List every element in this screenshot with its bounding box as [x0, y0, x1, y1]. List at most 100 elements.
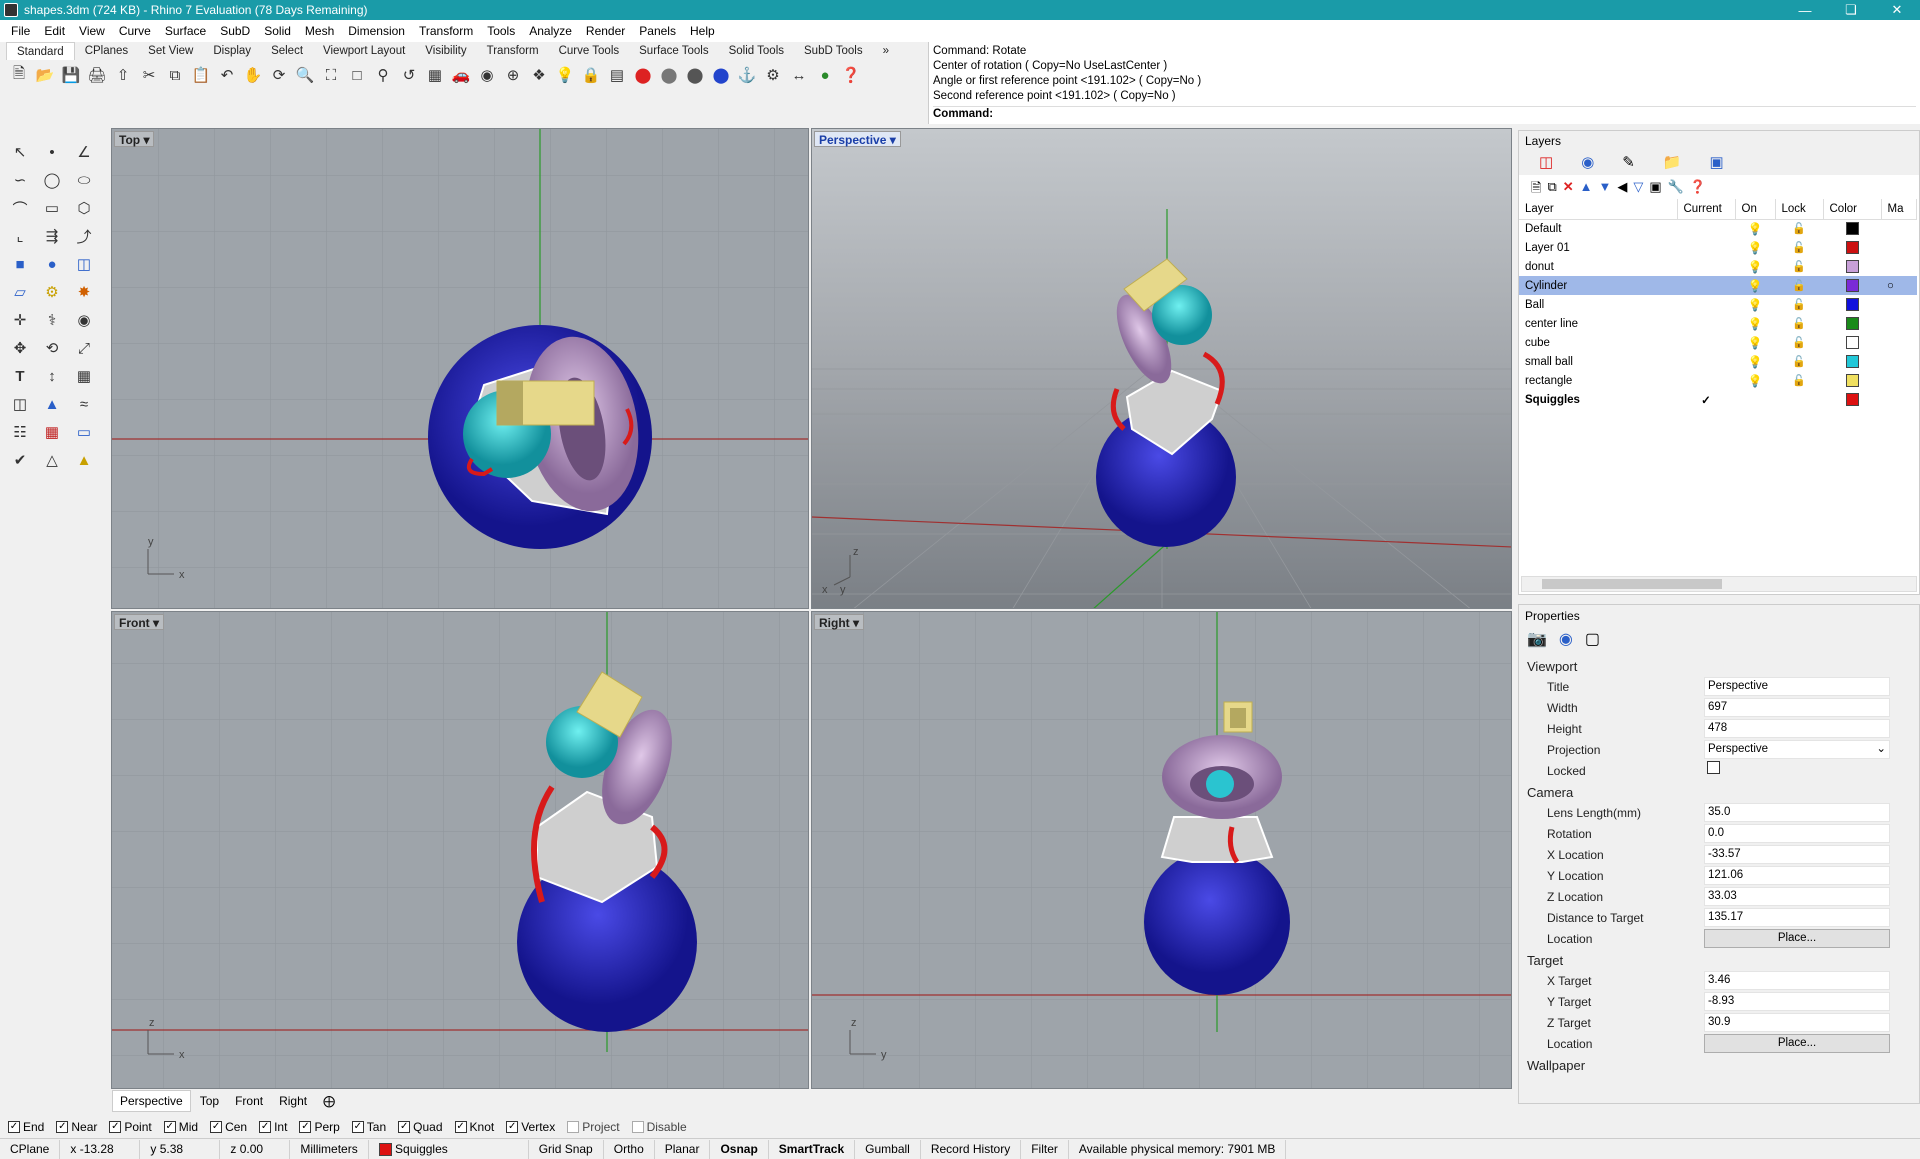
- tab-solid-tools[interactable]: Solid Tools: [719, 42, 794, 60]
- layer-current[interactable]: [1677, 257, 1735, 276]
- properties-tab-icon[interactable]: ◉: [1581, 153, 1594, 171]
- units-label[interactable]: Millimeters: [290, 1139, 369, 1159]
- osnap-checkbox[interactable]: ✓: [259, 1121, 272, 1133]
- extend-icon[interactable]: ⤴: [70, 224, 98, 248]
- layer-name[interactable]: Cylinder: [1519, 276, 1677, 295]
- viewport-label-top[interactable]: Top ▾: [114, 131, 155, 147]
- osnap-toggle[interactable]: ✓ Vertex: [506, 1120, 555, 1134]
- display-tab-icon[interactable]: ✎: [1622, 153, 1635, 171]
- import-icon[interactable]: ⇧: [112, 64, 134, 86]
- osnap-toggle[interactable]: ✓ Tan: [351, 1120, 386, 1134]
- osnap-checkbox[interactable]: ✓: [351, 1121, 364, 1133]
- menu-edit[interactable]: Edit: [37, 24, 72, 38]
- property-value-field[interactable]: -8.93: [1704, 992, 1890, 1011]
- layer-on[interactable]: 💡: [1735, 333, 1775, 352]
- array-icon[interactable]: ▦: [70, 364, 98, 388]
- close-icon[interactable]: ✕: [1874, 2, 1920, 18]
- layer-name[interactable]: cube: [1519, 333, 1677, 352]
- status-toggle[interactable]: Osnap: [710, 1139, 769, 1159]
- layer-name[interactable]: donut: [1519, 257, 1677, 276]
- tab-visibility[interactable]: Visibility: [415, 42, 476, 60]
- layer-on[interactable]: 💡: [1735, 314, 1775, 333]
- layer-name[interactable]: Squiggles: [1519, 390, 1677, 409]
- layer-name[interactable]: small ball: [1519, 352, 1677, 371]
- paint-icon[interactable]: ▲: [70, 448, 98, 472]
- place-button[interactable]: Place...: [1704, 929, 1890, 948]
- horizontal-scrollbar[interactable]: [1521, 576, 1917, 592]
- layer-tools-icon[interactable]: ▣: [1649, 179, 1661, 195]
- layer-name[interactable]: Layer 01: [1519, 238, 1677, 257]
- osnap-toggle[interactable]: ✓ End: [8, 1120, 44, 1134]
- status-toggle[interactable]: Ortho: [604, 1139, 655, 1159]
- zoom-window-icon[interactable]: ⛶: [320, 64, 342, 86]
- layer-color[interactable]: [1823, 219, 1881, 238]
- osnap-checkbox[interactable]: [567, 1121, 580, 1133]
- layer-current[interactable]: ✓: [1677, 390, 1735, 409]
- command-input[interactable]: Command:: [933, 106, 1916, 122]
- layer-on[interactable]: 💡: [1735, 219, 1775, 238]
- sphere-icon[interactable]: ●: [38, 252, 66, 276]
- property-value-field[interactable]: -33.57: [1704, 845, 1890, 864]
- menu-surface[interactable]: Surface: [158, 24, 213, 38]
- rotate-icon[interactable]: ⟲: [38, 336, 66, 360]
- analyze-icon[interactable]: △: [38, 448, 66, 472]
- osnap-checkbox[interactable]: ✓: [454, 1121, 467, 1133]
- tab-perspective[interactable]: Perspective: [112, 1090, 191, 1112]
- viewport-right[interactable]: z y Right ▾: [811, 611, 1512, 1089]
- frame-icon[interactable]: ▢: [1585, 629, 1600, 651]
- new-sublayer-icon[interactable]: ⧉: [1547, 179, 1556, 195]
- grid-array-icon[interactable]: ☷: [6, 420, 34, 444]
- layer-color[interactable]: [1823, 371, 1881, 390]
- extrude-icon[interactable]: ▲: [38, 392, 66, 416]
- layer-current[interactable]: [1677, 295, 1735, 314]
- col-color[interactable]: Color: [1823, 199, 1882, 220]
- layer-current[interactable]: [1677, 371, 1735, 390]
- point-icon[interactable]: •: [38, 140, 66, 164]
- trim-icon[interactable]: ✛: [6, 308, 34, 332]
- materials-tab-icon[interactable]: 📁: [1663, 153, 1682, 171]
- property-value-field[interactable]: Perspective: [1704, 677, 1890, 696]
- status-toggle[interactable]: Gumball: [855, 1139, 921, 1159]
- layer-lock[interactable]: 🔓: [1775, 276, 1823, 295]
- tab-curve-tools[interactable]: Curve Tools: [549, 42, 630, 60]
- save-icon[interactable]: 💾: [60, 64, 82, 86]
- layer-material[interactable]: [1881, 295, 1917, 314]
- menu-file[interactable]: File: [4, 24, 37, 38]
- layer-row[interactable]: Layer 01 💡 🔓: [1519, 238, 1917, 257]
- circle-icon[interactable]: ◯: [38, 168, 66, 192]
- tab-viewport-layout[interactable]: Viewport Layout: [313, 42, 415, 60]
- lock-icon[interactable]: 🔒: [580, 64, 602, 86]
- boolean-icon[interactable]: ◉: [70, 308, 98, 332]
- layer-row[interactable]: Squiggles ✓: [1519, 390, 1917, 409]
- select-arrow-icon[interactable]: ↖: [6, 140, 34, 164]
- fillet-icon[interactable]: ⌞: [6, 224, 34, 248]
- ball-shape[interactable]: [1144, 849, 1290, 995]
- named-views-tab-icon[interactable]: ▣: [1710, 153, 1724, 171]
- layer-name[interactable]: center line: [1519, 314, 1677, 333]
- layer-color[interactable]: [1823, 257, 1881, 276]
- menu-subd[interactable]: SubD: [213, 24, 257, 38]
- projection-select[interactable]: Perspective ⌄: [1704, 740, 1890, 759]
- osnap-checkbox[interactable]: [631, 1121, 644, 1133]
- viewport-label-perspective[interactable]: Perspective ▾: [814, 131, 901, 147]
- osnap-toggle[interactable]: ✓ Point: [109, 1120, 152, 1134]
- layer-name[interactable]: Ball: [1519, 295, 1677, 314]
- cut-icon[interactable]: ✂: [138, 64, 160, 86]
- layer-color[interactable]: [1823, 238, 1881, 257]
- layers-tab-icon[interactable]: ◫: [1539, 153, 1553, 171]
- tab-front[interactable]: Front: [228, 1091, 270, 1111]
- layer-material[interactable]: ○: [1881, 276, 1917, 295]
- col-current[interactable]: Current: [1677, 199, 1736, 220]
- menu-render[interactable]: Render: [579, 24, 632, 38]
- offset-icon[interactable]: ⇶: [38, 224, 66, 248]
- cube-shape[interactable]: [1160, 816, 1274, 863]
- layer-current[interactable]: [1677, 276, 1735, 295]
- explode-icon[interactable]: ✸: [70, 280, 98, 304]
- osnap-checkbox[interactable]: ✓: [109, 1121, 122, 1133]
- osnap-checkbox[interactable]: ✓: [163, 1121, 176, 1133]
- col-on[interactable]: On: [1735, 199, 1776, 220]
- osnap-toggle[interactable]: Project: [567, 1120, 620, 1134]
- render-settings-icon[interactable]: ◉: [1559, 629, 1573, 651]
- ellipse-icon[interactable]: ⬭: [70, 168, 98, 192]
- more-tabs-icon[interactable]: »: [873, 42, 899, 60]
